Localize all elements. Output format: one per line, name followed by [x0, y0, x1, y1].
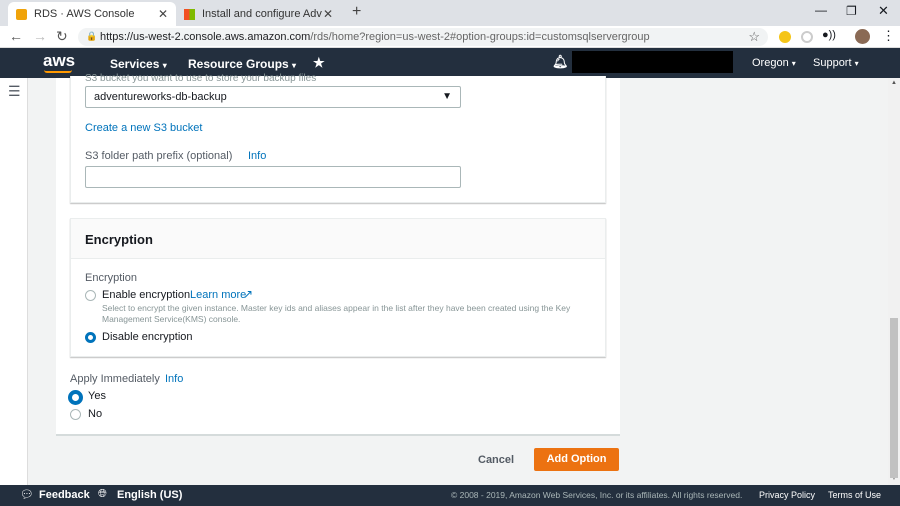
url-input[interactable]: 🔒 https://us-west-2.console.aws.amazon.c… — [78, 28, 768, 46]
enable-encryption-label[interactable]: Enable encryption — [102, 289, 190, 301]
support-label: Support — [813, 57, 852, 69]
apply-no-label[interactable]: No — [88, 408, 102, 420]
chevron-down-icon: ▾ — [791, 59, 796, 68]
address-bar-row: ← → ↻ 🔒 https://us-west-2.console.aws.am… — [0, 26, 900, 48]
bookmark-star-icon[interactable]: ☆ — [748, 29, 760, 45]
s3-settings-card: S3 bucket you want to use to store your … — [70, 73, 606, 203]
support-menu[interactable]: Support ▾ — [813, 57, 859, 69]
globe-icon: 🌐︎ — [98, 488, 107, 500]
privacy-policy-link[interactable]: Privacy Policy — [759, 490, 815, 500]
bell-icon[interactable]: 🔔︎ — [552, 54, 569, 70]
chevron-down-icon: ▾ — [854, 59, 859, 68]
restore-icon[interactable]: ❐ — [846, 4, 857, 18]
microsoft-favicon-icon — [184, 8, 195, 20]
url-host: https://us-west-2.console.aws.amazon.com — [100, 31, 311, 43]
extension-key-icon[interactable] — [779, 31, 791, 43]
disable-encryption-label[interactable]: Disable encryption — [102, 331, 193, 343]
region-label: Oregon — [752, 57, 789, 69]
apply-yes-label[interactable]: Yes — [88, 390, 106, 402]
learn-more-link[interactable]: Learn more — [190, 289, 246, 301]
back-icon[interactable]: ← — [9, 28, 23, 44]
terms-of-use-link[interactable]: Terms of Use — [828, 490, 881, 500]
encryption-card: Encryption Encryption Enable encryption … — [70, 218, 606, 357]
close-window-icon[interactable]: ✕ — [878, 3, 889, 19]
minimize-icon[interactable]: — — [815, 3, 827, 17]
close-tab-icon[interactable]: ✕ — [323, 7, 333, 21]
language-selector[interactable]: English (US) — [117, 489, 182, 501]
s3-prefix-input[interactable] — [85, 166, 461, 188]
resource-groups-label: Resource Groups — [188, 57, 289, 71]
services-label: Services — [110, 57, 160, 71]
chevron-down-icon: ▾ — [292, 61, 297, 70]
add-option-button[interactable]: Add Option — [534, 448, 619, 471]
tab-install[interactable]: Install and configure AdventureW ✕ — [176, 2, 341, 26]
apply-no-radio[interactable] — [70, 409, 81, 420]
dropdown-arrow-icon: ▼ — [442, 91, 452, 102]
add-option-label: Add Option — [546, 453, 607, 465]
cancel-button[interactable]: Cancel — [478, 454, 514, 466]
disable-encryption-radio[interactable] — [85, 332, 96, 343]
enable-encryption-radio[interactable] — [85, 290, 96, 301]
console-footer: 💬︎ Feedback 🌐︎ English (US) © 2008 - 201… — [0, 485, 900, 506]
close-tab-icon[interactable]: ✕ — [158, 7, 168, 21]
forward-icon[interactable]: → — [33, 28, 47, 44]
tab-title: Install and configure AdventureW — [202, 8, 322, 20]
enable-encryption-description: Select to encrypt the given instance. Ma… — [102, 303, 571, 324]
scrollbar-thumb[interactable] — [890, 318, 898, 478]
extension-circle-icon[interactable] — [801, 31, 813, 43]
extension-audio-icon[interactable]: ●)) — [822, 29, 836, 41]
add-option-panel: S3 bucket you want to use to store your … — [56, 73, 620, 436]
menu-dots-icon[interactable]: ⋮ — [882, 28, 895, 44]
reload-icon[interactable]: ↻ — [56, 28, 68, 45]
chevron-down-icon: ▾ — [162, 61, 167, 70]
profile-avatar[interactable] — [855, 29, 870, 44]
s3-prefix-label: S3 folder path prefix (optional) — [85, 150, 233, 162]
hamburger-menu-icon[interactable]: ☰ — [8, 83, 21, 100]
encryption-heading: Encryption — [85, 232, 153, 247]
scroll-up-icon[interactable]: ▲ — [891, 80, 897, 86]
aws-logo[interactable]: aws — [43, 51, 75, 71]
s3-bucket-select[interactable]: adventureworks-db-backup ▼ — [85, 86, 461, 108]
encryption-card-header: Encryption — [71, 219, 605, 259]
s3-bucket-value: adventureworks-db-backup — [94, 91, 227, 103]
new-tab-icon[interactable]: + — [352, 3, 361, 21]
pin-icon[interactable]: ★ — [313, 55, 325, 71]
apply-yes-radio[interactable] — [69, 391, 82, 404]
feedback-link[interactable]: Feedback — [39, 489, 90, 501]
s3-bucket-hint: S3 bucket you want to use to store your … — [85, 73, 317, 84]
browser-tab-bar: RDS · AWS Console ✕ Install and configur… — [0, 0, 900, 26]
region-menu[interactable]: Oregon ▾ — [752, 57, 796, 69]
aws-smile-icon — [44, 70, 72, 73]
feedback-icon: 💬︎ — [20, 489, 34, 501]
create-s3-bucket-link[interactable]: Create a new S3 bucket — [85, 122, 202, 134]
external-link-icon[interactable]: ↗ — [243, 287, 253, 301]
redacted-account — [572, 51, 733, 73]
side-nav-collapsed: ☰ — [0, 78, 28, 485]
resource-groups-menu[interactable]: Resource Groups ▾ — [188, 57, 296, 71]
services-menu[interactable]: Services ▾ — [110, 57, 167, 71]
s3-prefix-info-link[interactable]: Info — [248, 150, 266, 162]
apply-immediately-label: Apply Immediately — [70, 373, 160, 385]
copyright-text: © 2008 - 2019, Amazon Web Services, Inc.… — [451, 490, 743, 500]
tab-rds[interactable]: RDS · AWS Console ✕ — [8, 2, 176, 26]
apply-info-link[interactable]: Info — [165, 373, 183, 385]
lock-icon: 🔒 — [86, 31, 98, 41]
url-path: /rds/home?region=us-west-2#option-groups… — [310, 31, 650, 43]
tab-title: RDS · AWS Console — [34, 8, 135, 20]
encryption-label: Encryption — [85, 272, 137, 284]
aws-favicon-icon — [16, 8, 27, 20]
